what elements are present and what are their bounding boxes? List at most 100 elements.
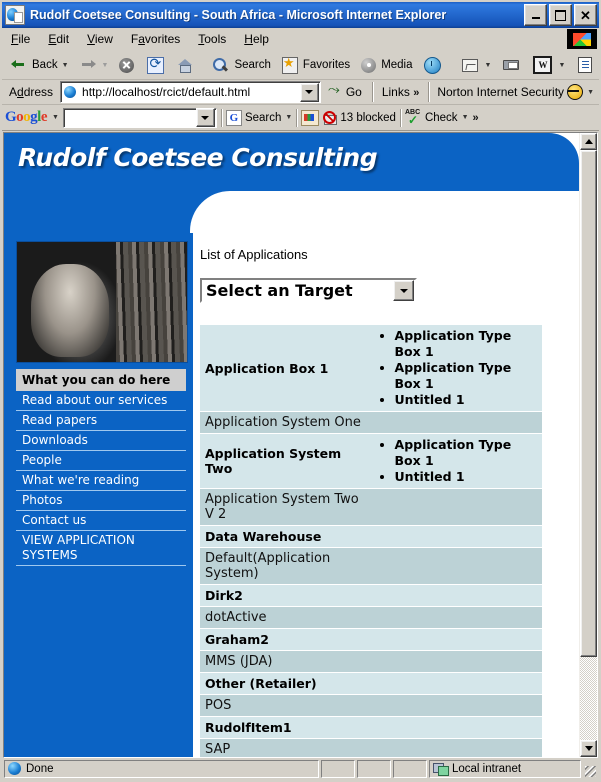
sidebar-item-view-application-systems[interactable]: VIEW APPLICATION SYSTEMS [16, 531, 186, 566]
table-row: SAP [200, 738, 542, 757]
chevron-down-icon[interactable] [393, 280, 414, 301]
home-button[interactable] [171, 53, 199, 77]
application-name-cell: dotActive [200, 606, 373, 629]
page-title: List of Applications [200, 247, 308, 262]
address-label: Address [9, 85, 54, 99]
favorites-button[interactable]: Favorites [276, 53, 354, 77]
resize-grip[interactable] [583, 760, 597, 778]
google-history-dropdown[interactable] [195, 108, 215, 127]
google-search-input[interactable] [62, 107, 217, 128]
list-item: Application Type Box 1 [395, 360, 537, 392]
application-types-cell: Application Type Box 1Untitled 1 [372, 433, 542, 489]
application-types-cell [372, 650, 542, 673]
application-name-cell: Data Warehouse [200, 525, 373, 548]
spellcheck-icon [405, 109, 422, 127]
vertical-scrollbar[interactable] [579, 133, 597, 757]
check-dropdown-icon[interactable]: ▼ [462, 114, 469, 121]
search-button[interactable]: Search [207, 53, 274, 77]
google-menu-icon[interactable]: ▼ [52, 114, 59, 121]
forward-dropdown-icon: ▼ [101, 61, 109, 69]
application-name-cell: SAP [200, 738, 373, 757]
word-edit-icon [533, 56, 553, 74]
mail-button[interactable]: ▼ [455, 53, 496, 77]
application-name-cell: Application System Two V 2 [200, 488, 373, 526]
scrollbar-track[interactable] [580, 150, 597, 740]
sidebar-item-reading[interactable]: What we're reading [16, 471, 186, 491]
edit-button[interactable]: ▼ [527, 53, 569, 77]
application-types-cell [372, 606, 542, 629]
status-text: Done [26, 763, 54, 775]
pagerank-indicator[interactable] [301, 109, 320, 126]
target-select[interactable]: Select an Target [200, 278, 417, 303]
sidebar-item-papers[interactable]: Read papers [16, 411, 186, 431]
print-button[interactable] [496, 53, 526, 77]
go-arrow-icon [328, 81, 343, 99]
application-name-cell: Graham2 [200, 628, 373, 651]
application-name-cell: Other (Retailer) [200, 672, 373, 695]
sidebar-item-photos[interactable]: Photos [16, 491, 186, 511]
menu-file[interactable]: File [2, 30, 39, 48]
norton-dropdown-icon[interactable]: ▼ [587, 89, 594, 96]
sidebar-item-contact[interactable]: Contact us [16, 511, 186, 531]
favorites-star-icon [281, 55, 298, 74]
links-button[interactable]: Links » [379, 85, 422, 99]
google-search-dropdown-icon[interactable]: ▼ [285, 114, 292, 121]
discuss-button[interactable] [570, 53, 600, 77]
applications-table: Application Box 1Application Type Box 1A… [200, 325, 542, 757]
maximize-button[interactable] [549, 4, 572, 26]
refresh-button[interactable] [141, 53, 170, 77]
sidebar-item-downloads[interactable]: Downloads [16, 431, 186, 451]
nav-heading: What you can do here [16, 369, 186, 391]
back-button[interactable]: Back ▼ [5, 53, 73, 77]
norton-security-button[interactable]: Norton Internet Security ▼ [435, 84, 596, 100]
media-label: Media [381, 59, 413, 71]
mail-icon [461, 58, 478, 72]
application-types-cell [372, 547, 542, 585]
application-types-cell [372, 672, 542, 695]
security-zone-cell[interactable]: Local intranet [429, 760, 581, 778]
links-chevron-icon[interactable]: » [413, 87, 419, 99]
media-button[interactable]: Media [355, 53, 416, 77]
google-separator-3 [399, 108, 401, 127]
scroll-up-button[interactable] [580, 133, 597, 150]
mail-dropdown-icon[interactable]: ▼ [485, 62, 492, 69]
scrollbar-thumb[interactable] [580, 150, 597, 658]
table-row: Application System TwoApplication Type B… [200, 433, 542, 489]
table-row: MMS (JDA) [200, 650, 542, 673]
address-dropdown-button[interactable] [299, 82, 319, 102]
close-button[interactable]: ✕ [574, 4, 597, 26]
menu-view[interactable]: View [78, 30, 122, 48]
back-dropdown-icon[interactable]: ▼ [62, 62, 69, 69]
address-input[interactable]: http://localhost/rcict/default.html [60, 81, 321, 103]
menu-help[interactable]: Help [235, 30, 278, 48]
window-title: Rudolf Coetsee Consulting - South Africa… [30, 8, 447, 22]
site-title: Rudolf Coetsee Consulting [18, 143, 378, 172]
google-search-button[interactable]: G Search ▼ [225, 109, 292, 126]
status-bar: Done Local intranet [2, 758, 599, 780]
minimize-button[interactable] [524, 4, 547, 26]
back-arrow-icon [9, 56, 29, 74]
application-types-cell [372, 716, 542, 739]
edit-dropdown-icon[interactable]: ▼ [558, 62, 565, 69]
minimize-icon [531, 17, 540, 19]
popup-blocker-button[interactable]: 13 blocked [323, 110, 396, 125]
windows-flag-icon [573, 32, 591, 46]
menu-tools[interactable]: Tools [189, 30, 235, 48]
scroll-down-button[interactable] [580, 740, 597, 757]
sidebar-item-people[interactable]: People [16, 451, 186, 471]
go-button[interactable]: Go [324, 81, 366, 99]
menu-favorites[interactable]: Favorites [122, 30, 189, 48]
sidebar-item-services[interactable]: Read about our services [16, 391, 186, 411]
list-item: Untitled 1 [395, 392, 537, 408]
spellcheck-button[interactable]: Check ▼ [405, 109, 469, 127]
go-label: Go [345, 85, 362, 99]
stop-button[interactable] [113, 53, 140, 77]
history-button[interactable] [418, 53, 447, 77]
google-overflow-chevron-icon[interactable]: » [473, 112, 479, 124]
menu-edit[interactable]: Edit [39, 30, 78, 48]
table-row: Other (Retailer) [200, 672, 542, 695]
google-separator-1 [220, 108, 222, 127]
browser-window: Rudolf Coetsee Consulting - South Africa… [0, 0, 601, 782]
table-row: Application System One [200, 411, 542, 434]
list-item: Application Type Box 1 [395, 328, 537, 360]
